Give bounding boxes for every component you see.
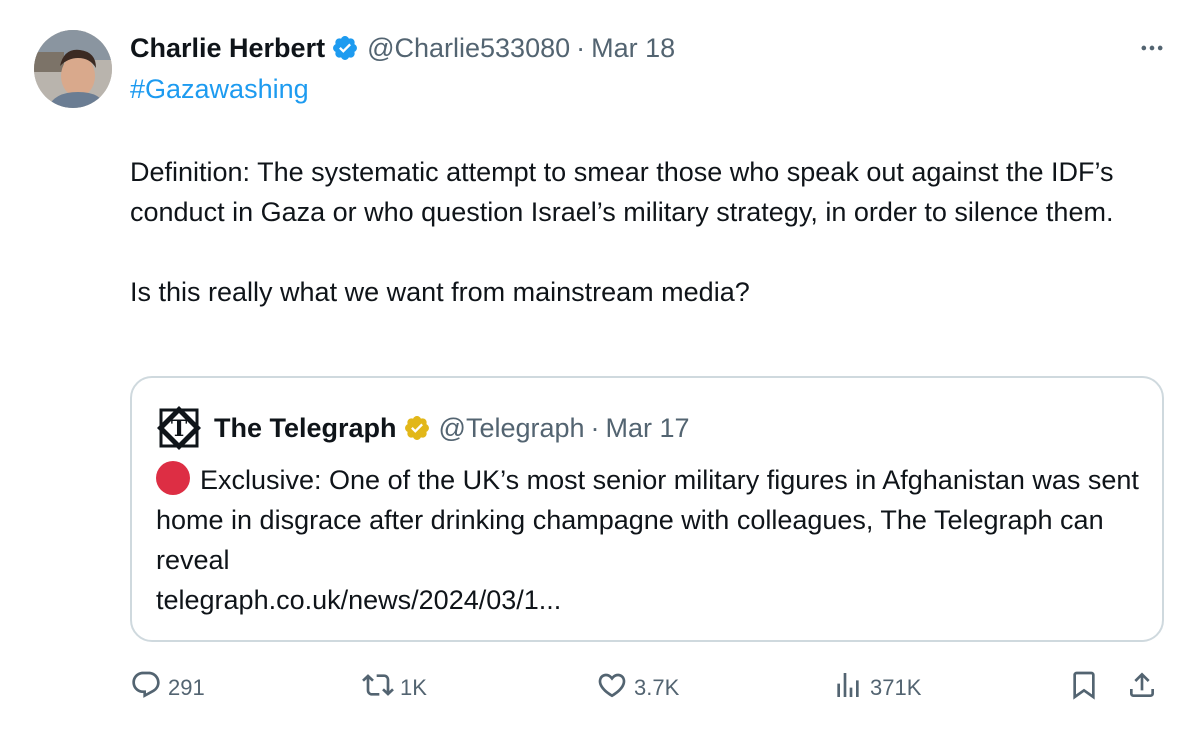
quoted-author-handle[interactable]: @Telegraph: [439, 413, 585, 444]
quoted-separator-dot: ·: [590, 412, 600, 443]
like-button[interactable]: 3.7K: [596, 668, 679, 708]
quoted-tweet-date[interactable]: Mar 17: [606, 413, 690, 444]
quoted-tweet-header: T The Telegraph @Telegraph · Mar 17: [156, 405, 690, 451]
quoted-tweet-text: Exclusive: One of the UK’s most senior m…: [156, 465, 1139, 575]
gold-verified-badge-icon[interactable]: [403, 414, 431, 442]
repost-button[interactable]: 1K: [362, 668, 427, 708]
hashtag-link[interactable]: #Gazawashing: [130, 74, 309, 105]
author-handle[interactable]: @Charlie533080: [367, 33, 570, 64]
author-avatar[interactable]: [34, 30, 112, 108]
reply-count: 291: [168, 675, 205, 700]
tweet-paragraph-1: Definition: The systematic attempt to sm…: [130, 157, 1114, 227]
quoted-author-name[interactable]: The Telegraph: [214, 413, 397, 444]
telegraph-logo-icon[interactable]: T: [156, 405, 202, 451]
views-count: 371K: [870, 675, 922, 700]
reply-icon: [130, 669, 168, 707]
tweet-header: Charlie Herbert @Charlie533080 · Mar 18: [130, 30, 1168, 66]
repost-icon: [362, 669, 400, 707]
quoted-tweet-link[interactable]: telegraph.co.uk/news/2024/03/1...: [156, 585, 561, 615]
like-count: 3.7K: [634, 675, 680, 700]
verified-badge-icon[interactable]: [331, 34, 359, 62]
share-icon: [1126, 669, 1164, 707]
action-bar: 291 1K 3.7K 371K: [130, 668, 1168, 708]
reply-button[interactable]: 291: [130, 668, 205, 708]
tweet-date[interactable]: Mar 18: [591, 33, 675, 64]
views-icon: [832, 669, 870, 707]
avatar-image: [34, 30, 112, 108]
red-circle-icon: [156, 461, 190, 495]
separator-dot: ·: [576, 32, 586, 63]
repost-count: 1K: [400, 675, 427, 700]
more-icon[interactable]: [1136, 32, 1168, 64]
tweet-paragraph-2: Is this really what we want from mainstr…: [130, 277, 750, 307]
share-button[interactable]: [1126, 668, 1164, 708]
views-button[interactable]: 371K: [832, 668, 921, 708]
quoted-tweet-body: Exclusive: One of the UK’s most senior m…: [156, 460, 1146, 620]
tweet-text: Definition: The systematic attempt to sm…: [130, 152, 1170, 312]
quoted-tweet[interactable]: T The Telegraph @Telegraph · Mar 17 Excl…: [130, 376, 1164, 642]
svg-text:T: T: [171, 416, 188, 442]
author-name[interactable]: Charlie Herbert: [130, 33, 325, 64]
like-icon: [596, 669, 634, 707]
bookmark-button[interactable]: [1068, 668, 1106, 708]
bookmark-icon: [1068, 669, 1106, 707]
